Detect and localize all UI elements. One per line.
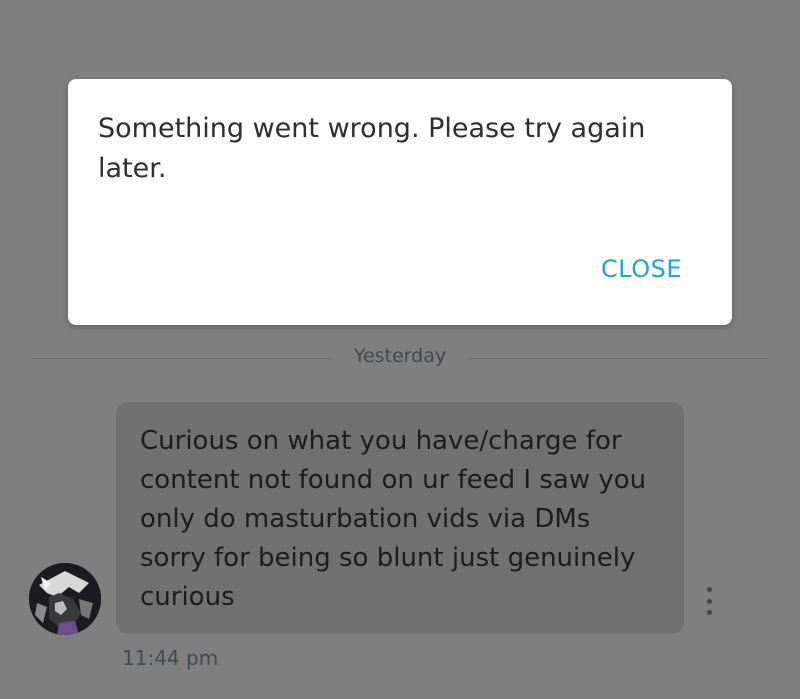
sender-avatar[interactable]	[29, 563, 101, 635]
error-dialog: Something went wrong. Please try again l…	[68, 79, 732, 325]
close-button[interactable]: CLOSE	[587, 249, 696, 289]
dot	[706, 610, 712, 615]
chat-screen: Yesterday Curious on what you have/charg…	[0, 0, 800, 699]
message-timestamp: 11:44 pm	[122, 646, 219, 670]
more-vertical-icon[interactable]	[698, 587, 720, 615]
date-divider-left-line	[32, 358, 332, 359]
dialog-message: Something went wrong. Please try again l…	[98, 113, 646, 184]
dot	[706, 587, 712, 592]
date-divider-right-line	[468, 358, 768, 359]
message-bubble[interactable]: Curious on what you have/charge for cont…	[116, 402, 684, 634]
dot	[706, 598, 712, 604]
message-text: Curious on what you have/charge for cont…	[140, 426, 647, 612]
avatar-image	[29, 563, 101, 635]
date-divider-label: Yesterday	[353, 345, 447, 367]
